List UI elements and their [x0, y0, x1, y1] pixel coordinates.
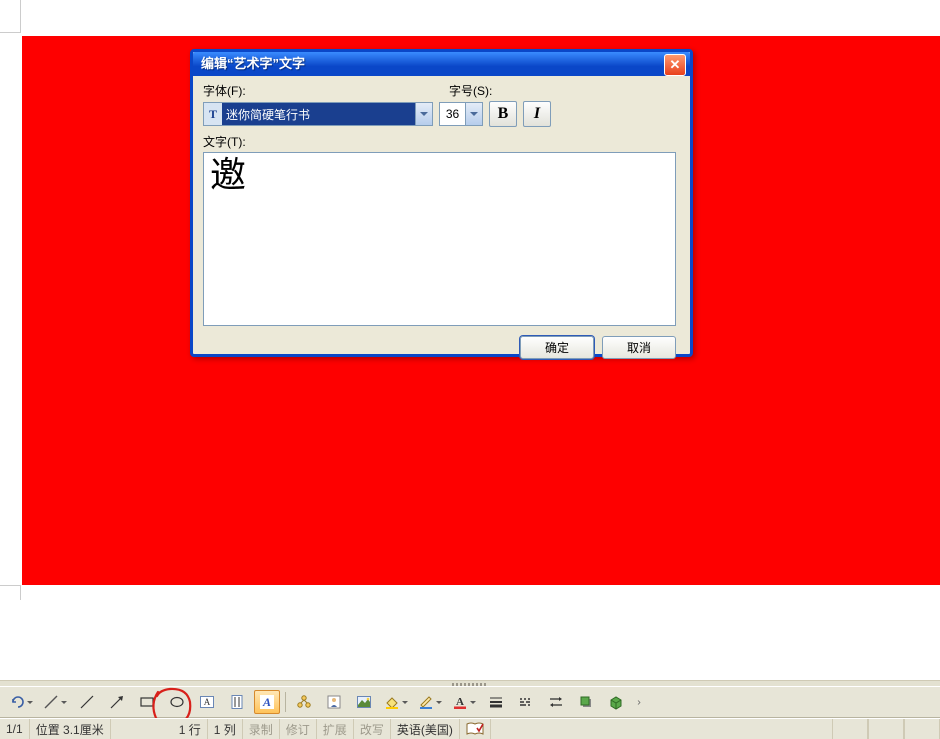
toolbar-separator — [285, 692, 286, 712]
status-bar: 1/1 位置 3.1厘米 1 行 1 列 录制 修订 扩展 改写 英语(美国) — [0, 718, 940, 739]
svg-text:A: A — [262, 695, 271, 709]
status-ovr[interactable]: 改写 — [354, 719, 391, 739]
arrow-style[interactable] — [543, 690, 569, 714]
font-color-dropdown[interactable]: A — [449, 690, 479, 714]
book-check-icon — [466, 722, 484, 736]
textbox-tool[interactable]: A — [194, 690, 220, 714]
diagram-icon — [296, 694, 312, 710]
font-value: 迷你简硬笔行书 — [222, 106, 415, 123]
shadow-icon — [578, 694, 594, 710]
svg-text:A: A — [456, 696, 464, 708]
page-margin-corner-bottom — [0, 585, 21, 600]
size-label: 字号(S): — [449, 82, 492, 99]
vertical-textbox-icon — [229, 694, 245, 710]
oval-tool[interactable] — [164, 690, 190, 714]
arrow-icon — [109, 694, 125, 710]
rectangle-icon — [139, 694, 155, 710]
text-label: 文字(T): — [203, 133, 680, 150]
oval-icon — [169, 694, 185, 710]
ok-button[interactable]: 确定 — [520, 336, 594, 359]
toolbar-overflow[interactable] — [633, 690, 649, 714]
status-position: 位置 3.1厘米 — [30, 719, 111, 739]
drawing-toolbar: A A A — [0, 686, 940, 718]
autoshapes-dropdown[interactable] — [40, 690, 70, 714]
undo-icon — [9, 694, 25, 710]
edit-wordart-text-dialog: 编辑“艺术字”文字 ✕ 字体(F): 字号(S): T 迷你简硬笔行书 36 B… — [190, 49, 693, 357]
diagram-tool[interactable] — [291, 690, 317, 714]
font-color-icon: A — [452, 694, 468, 710]
size-combo[interactable]: 36 — [439, 102, 483, 126]
status-spellcheck[interactable] — [460, 719, 491, 739]
rectangle-tool[interactable] — [134, 690, 160, 714]
close-button[interactable]: ✕ — [664, 54, 686, 76]
status-page: 1/1 — [0, 719, 30, 739]
font-combo[interactable]: T 迷你简硬笔行书 — [203, 102, 433, 126]
dash-style-icon — [518, 694, 534, 710]
status-box-2 — [868, 719, 904, 739]
close-icon: ✕ — [670, 53, 681, 77]
line-weight[interactable] — [483, 690, 509, 714]
italic-button[interactable]: I — [523, 101, 551, 127]
dialog-title: 编辑“艺术字”文字 — [201, 56, 305, 71]
font-label: 字体(F): — [203, 82, 449, 99]
svg-text:A: A — [204, 697, 211, 707]
size-dropdown-button[interactable] — [465, 103, 482, 125]
arrow-tool[interactable] — [104, 690, 130, 714]
shadow-style[interactable] — [573, 690, 599, 714]
status-line: 1 行 — [173, 719, 208, 739]
3d-icon — [608, 694, 624, 710]
size-value: 36 — [440, 107, 465, 121]
arrow-style-icon — [548, 694, 564, 710]
undo-dropdown[interactable] — [6, 690, 36, 714]
bold-button[interactable]: B — [489, 101, 517, 127]
chevron-icon — [637, 694, 645, 710]
picture-tool[interactable] — [351, 690, 377, 714]
cancel-button[interactable]: 取消 — [602, 336, 676, 359]
fill-color-icon — [384, 694, 400, 710]
text-value: 邀 — [210, 155, 246, 195]
picture-icon — [356, 694, 372, 710]
status-ext[interactable]: 扩展 — [317, 719, 354, 739]
line-tool[interactable] — [74, 690, 100, 714]
page-margin-corner — [0, 0, 21, 33]
font-dropdown-button[interactable] — [415, 103, 432, 125]
line-icon — [79, 694, 95, 710]
dialog-title-bar[interactable]: 编辑“艺术字”文字 ✕ — [193, 52, 690, 76]
line-color-icon — [418, 694, 434, 710]
dash-style[interactable] — [513, 690, 539, 714]
status-trk[interactable]: 修订 — [280, 719, 317, 739]
status-language[interactable]: 英语(美国) — [391, 719, 460, 739]
wordart-text-input[interactable]: 邀 — [203, 152, 676, 326]
line-color-dropdown[interactable] — [415, 690, 445, 714]
textbox-icon: A — [199, 694, 215, 710]
wordart-icon: A — [259, 694, 275, 710]
dialog-body: 字体(F): 字号(S): T 迷你简硬笔行书 36 B I 文字(T): 邀 … — [193, 76, 690, 367]
status-box-3 — [904, 719, 940, 739]
line-weight-icon — [488, 694, 504, 710]
truetype-icon: T — [204, 103, 222, 125]
status-box-1 — [832, 719, 868, 739]
autoshapes-icon — [43, 694, 59, 710]
clipart-icon — [326, 694, 342, 710]
clipart-tool[interactable] — [321, 690, 347, 714]
vertical-textbox-tool[interactable] — [224, 690, 250, 714]
status-col: 1 列 — [208, 719, 243, 739]
status-rec[interactable]: 录制 — [243, 719, 280, 739]
fill-color-dropdown[interactable] — [381, 690, 411, 714]
wordart-tool[interactable]: A — [254, 690, 280, 714]
3d-style[interactable] — [603, 690, 629, 714]
